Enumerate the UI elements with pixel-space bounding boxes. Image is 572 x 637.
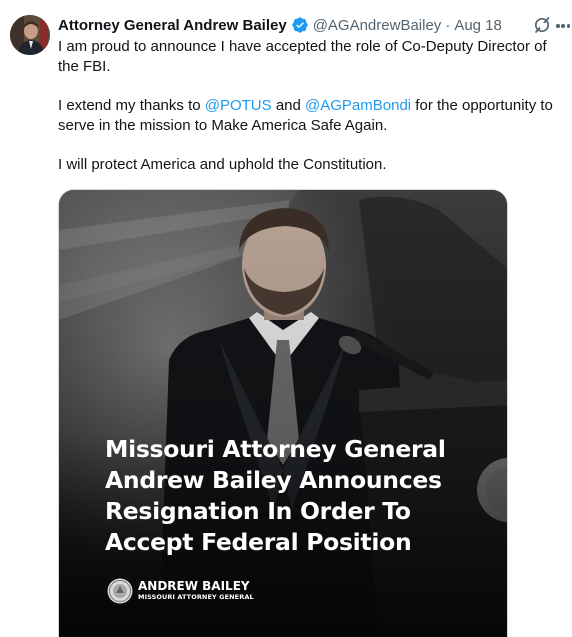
author-name[interactable]: Attorney General Andrew Bailey (58, 17, 287, 34)
speaker-photo (59, 190, 507, 637)
mention-agpambondi-link[interactable]: @AGPamBondi (305, 97, 411, 114)
headline-line: Accept Federal Position (105, 528, 412, 556)
tweet-header: Attorney General Andrew Bailey @AGAndrew… (58, 14, 502, 36)
tweet-paragraph-2: I extend my thanks to @POTUS and @AGPamB… (58, 96, 566, 136)
separator-dot: · (445, 16, 451, 34)
tweet-media-image[interactable]: Missouri Attorney General Andrew Bailey … (58, 189, 508, 637)
avatar-image (10, 15, 50, 55)
headline-line: Resignation In Order To (105, 497, 411, 525)
tweet[interactable]: Attorney General Andrew Bailey @AGAndrew… (0, 0, 572, 637)
mention-potus-link[interactable]: @POTUS (205, 97, 272, 114)
author-handle[interactable]: @AGAndrewBailey (313, 17, 442, 34)
media-headline: Missouri Attorney General Andrew Bailey … (105, 434, 485, 558)
more-icon[interactable] (556, 24, 570, 28)
seal-icon (107, 578, 133, 604)
tweet-paragraph-3: I will protect America and uphold the Co… (58, 156, 387, 173)
tweet-paragraph-1: I am proud to announce I have accepted t… (58, 38, 547, 75)
paragraph-text: and (271, 97, 306, 114)
paragraph-text: I extend my thanks to (58, 97, 205, 114)
brand-name: ANDREW BAILEY (138, 579, 250, 593)
media-brand: ANDREW BAILEY MISSOURI ATTORNEY GENERAL (107, 578, 254, 604)
tweet-text: I am proud to announce I have accepted t… (58, 37, 566, 194)
headline-line: Missouri Attorney General (105, 435, 446, 463)
tweet-date[interactable]: Aug 18 (454, 17, 502, 34)
brand-title: MISSOURI ATTORNEY GENERAL (138, 593, 254, 601)
verified-badge-icon (292, 17, 308, 33)
grok-icon[interactable] (532, 15, 552, 35)
avatar[interactable] (10, 15, 50, 55)
headline-line: Andrew Bailey Announces (105, 466, 442, 494)
